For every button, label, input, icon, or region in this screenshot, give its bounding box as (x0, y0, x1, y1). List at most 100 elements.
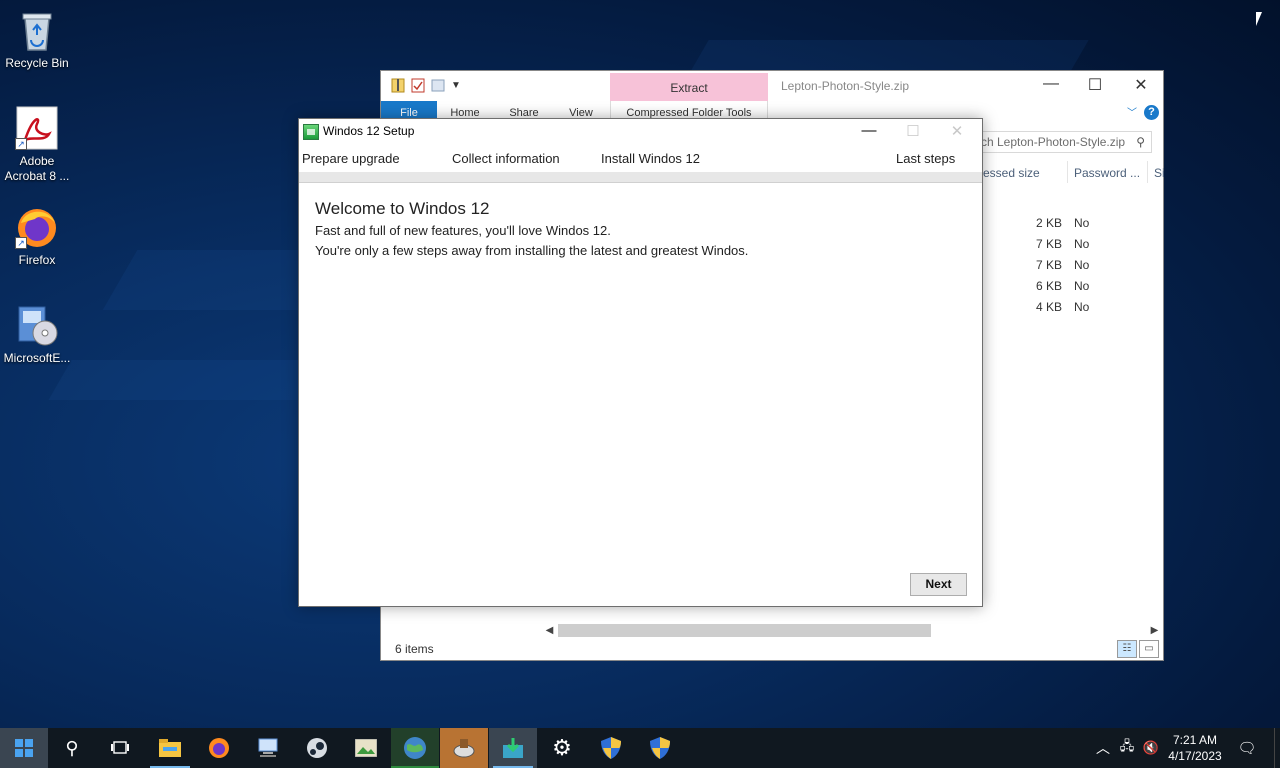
quick-access-toolbar: ▼ (391, 77, 461, 93)
desktop-icon-acrobat[interactable]: ↗ Adobe Acrobat 8 ... (2, 106, 72, 184)
large-icons-view-icon[interactable]: ▭ (1139, 640, 1159, 658)
password-cell: No (1074, 216, 1090, 230)
wallpaper-streak (691, 40, 1089, 70)
next-button[interactable]: Next (910, 573, 967, 596)
taskbar: ⚲ ⚙ ︿ 🖧 🔇 7:21 AM 4/17/2023 🗨 (0, 728, 1280, 768)
taskbar-settings[interactable]: ⚙ (538, 728, 586, 768)
taskbar-shield-2[interactable] (636, 728, 684, 768)
taskbar-photo-viewer[interactable] (342, 728, 390, 768)
welcome-text-1: Fast and full of new features, you'll lo… (315, 223, 611, 238)
window-title: Lepton-Photon-Style.zip (781, 79, 910, 93)
desktop-icon-recycle-bin[interactable]: Recycle Bin (2, 8, 72, 71)
shield-icon (650, 737, 670, 759)
shortcut-arrow-icon: ↗ (15, 237, 27, 249)
taskbar-installer[interactable] (489, 728, 537, 768)
horizontal-scrollbar[interactable]: ◀ ▶ (541, 622, 1163, 639)
compressed-size-cell: 7 KB (1036, 258, 1063, 272)
status-item-count: 6 items (395, 642, 434, 656)
column-header-size[interactable]: Si (1154, 166, 1165, 180)
show-desktop-button[interactable] (1274, 728, 1280, 768)
scroll-left-icon[interactable]: ◀ (541, 622, 558, 639)
setup-dialog[interactable]: Windos 12 Setup — ☐ ✕ Prepare upgrade Co… (298, 118, 983, 607)
scroll-right-icon[interactable]: ▶ (1146, 622, 1163, 639)
task-view-button[interactable] (96, 728, 144, 768)
taskbar-steam[interactable] (293, 728, 341, 768)
search-icon: ⚲ (65, 737, 79, 758)
desktop-icon-label: Firefox (18, 253, 56, 267)
recycle-bin-icon (15, 8, 59, 52)
start-button[interactable] (0, 728, 48, 768)
photo-viewer-icon (355, 739, 377, 757)
password-cell: No (1074, 300, 1090, 314)
taskbar-firefox[interactable] (195, 728, 243, 768)
details-view-icon[interactable]: ☷ (1117, 640, 1137, 658)
action-center-button[interactable]: 🗨 (1234, 728, 1260, 768)
taskbar-file-explorer[interactable] (146, 728, 194, 768)
desktop-icon-microsoft-edge-installer[interactable]: MicrosoftE... (2, 303, 72, 366)
firefox-icon: ↗ (15, 205, 59, 249)
column-header-password[interactable]: Password ... (1074, 166, 1140, 180)
microsoft-edge-installer-icon (15, 303, 59, 347)
windows-logo-icon (15, 739, 33, 757)
step-prepare-upgrade: Prepare upgrade (302, 151, 400, 166)
password-cell: No (1074, 237, 1090, 251)
setup-titlebar[interactable]: Windos 12 Setup — ☐ ✕ (299, 119, 982, 145)
taskbar-disk-utility[interactable] (440, 728, 488, 768)
chevron-up-icon: ︿ (1096, 740, 1110, 756)
desktop-icon-label: Adobe Acrobat 8 ... (4, 154, 70, 183)
taskbar-network-computer[interactable] (244, 728, 292, 768)
setup-progress-bar (299, 172, 982, 183)
compressed-size-cell: 7 KB (1036, 237, 1063, 251)
chevron-down-icon[interactable]: ▼ (451, 80, 461, 91)
desktop-icon-firefox[interactable]: ↗ Firefox (2, 205, 72, 268)
clock-time: 7:21 AM (1172, 733, 1218, 747)
properties-icon[interactable] (411, 77, 425, 93)
installer-icon (503, 738, 523, 758)
minimize-button[interactable]: — (847, 122, 891, 139)
step-install: Install Windos 12 (601, 151, 700, 166)
explorer-titlebar[interactable]: ▼ Extract Lepton-Photon-Style.zip — ☐ ✕ (381, 71, 1163, 101)
search-button[interactable]: ⚲ (48, 728, 96, 768)
compressed-size-cell: 6 KB (1036, 279, 1063, 293)
maximize-button[interactable]: ☐ (1073, 75, 1117, 95)
mouse-cursor (1256, 12, 1268, 26)
task-view-icon (111, 741, 129, 754)
disk-utility-icon (453, 739, 475, 758)
settings-icon: ⚙ (552, 735, 572, 760)
new-folder-icon[interactable] (431, 77, 445, 93)
welcome-heading: Welcome to Windos 12 (315, 199, 490, 218)
close-button: ✕ (950, 123, 964, 140)
search-input[interactable]: ch Lepton-Photon-Style.zip ⚲ (976, 131, 1152, 153)
column-separator (1147, 161, 1148, 183)
help-icon[interactable]: ? (1144, 105, 1159, 120)
step-last-steps: Last steps (896, 151, 956, 166)
volume-tray-button[interactable]: 🔇 (1140, 728, 1162, 768)
volume-muted-icon: 🔇 (1142, 740, 1160, 755)
column-header-compressed-size[interactable]: essed size (983, 166, 1040, 180)
tab-extract[interactable]: Extract (610, 73, 768, 101)
search-placeholder: ch Lepton-Photon-Style.zip (981, 135, 1126, 149)
taskbar-shield-1[interactable] (587, 728, 635, 768)
show-hidden-icons-button[interactable]: ︿ (1092, 728, 1114, 768)
taskbar-globe[interactable] (391, 728, 439, 768)
network-computer-icon (258, 738, 278, 757)
scrollbar-thumb[interactable] (558, 624, 931, 637)
column-separator (1067, 161, 1068, 183)
firefox-icon (209, 738, 229, 758)
notification-icon: 🗨 (1237, 740, 1257, 757)
close-button[interactable]: ✕ (1119, 75, 1163, 95)
setup-app-icon (303, 124, 319, 140)
compressed-size-cell: 2 KB (1036, 216, 1063, 230)
step-collect-information: Collect information (452, 151, 560, 166)
expand-ribbon-icon[interactable]: ﹀ (1127, 104, 1137, 119)
shortcut-arrow-icon: ↗ (15, 138, 27, 150)
taskbar-clock[interactable]: 7:21 AM 4/17/2023 (1160, 732, 1230, 764)
zip-folder-icon[interactable] (391, 77, 405, 93)
password-cell: No (1074, 258, 1090, 272)
welcome-text-2: You're only a few steps away from instal… (315, 243, 749, 258)
minimize-button[interactable]: — (1029, 75, 1073, 93)
compressed-size-cell: 4 KB (1036, 300, 1063, 314)
network-tray-button[interactable]: 🖧 (1116, 728, 1138, 768)
globe-icon (404, 737, 426, 759)
dialog-title: Windos 12 Setup (323, 124, 415, 138)
